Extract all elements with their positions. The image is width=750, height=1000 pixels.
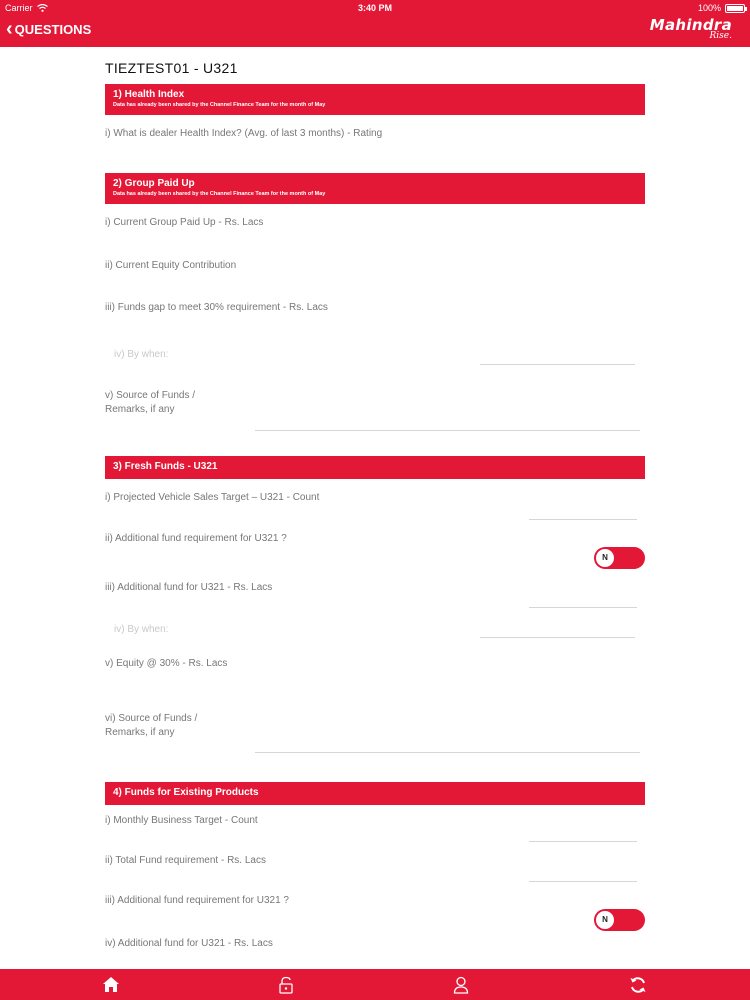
- tab-profile[interactable]: [453, 976, 473, 994]
- question-text: iii) Funds gap to meet 30% requirement -…: [105, 302, 328, 313]
- battery-label: 100%: [697, 3, 721, 13]
- yes-no-toggle[interactable]: N: [594, 547, 645, 569]
- question-text: iii) Additional fund requirement for U32…: [105, 895, 289, 906]
- question-label: iii) Additional fund requirement for U32…: [105, 885, 645, 934]
- yes-no-toggle[interactable]: N: [594, 909, 645, 931]
- remarks-field[interactable]: v) Source of Funds / Remarks, if any: [105, 371, 645, 456]
- section-title: 2) Group Paid Up: [113, 178, 195, 189]
- input-underline: [480, 364, 635, 365]
- additional-fund-field[interactable]: iii) Additional fund for U321 - Rs. Lacs: [105, 569, 645, 611]
- input-underline: [255, 430, 640, 431]
- app-screen: Carrier 3:40 PM 100% ‹ QUESTIONS Mahindr…: [0, 0, 750, 1000]
- input-underline: [529, 519, 637, 520]
- additional-fund-field[interactable]: iv) Additional fund for U321 - Rs. Lacs: [105, 934, 645, 958]
- question-text: i) Projected Vehicle Sales Target – U321…: [105, 492, 320, 503]
- input-underline: [529, 607, 637, 608]
- total-fund-field[interactable]: ii) Total Fund requirement - Rs. Lacs: [105, 845, 645, 885]
- section-header-health-index: 1) Health Index Data has already been sh…: [105, 84, 645, 115]
- home-icon: [103, 977, 119, 992]
- question-label: iii) Funds gap to meet 30% requirement -…: [105, 289, 645, 331]
- question-text: v) Equity @ 30% - Rs. Lacs: [105, 658, 228, 669]
- question-text: i) Current Group Paid Up - Rs. Lacs: [105, 217, 264, 228]
- question-text: iv) By when:: [114, 349, 169, 360]
- by-when-field[interactable]: iv) By when:: [105, 331, 645, 371]
- sales-target-field[interactable]: i) Projected Vehicle Sales Target – U321…: [105, 479, 645, 522]
- section-title: 1) Health Index: [113, 89, 185, 100]
- question-text: Remarks, if any: [105, 404, 175, 415]
- section-title: 3) Fresh Funds - U321: [113, 461, 218, 472]
- section-header-existing-products: 4) Funds for Existing Products: [105, 782, 645, 805]
- question-label: i) Current Group Paid Up - Rs. Lacs: [105, 204, 645, 247]
- by-when-field[interactable]: iv) By when:: [105, 611, 645, 651]
- section-note: Data has already been shared by the Chan…: [113, 191, 326, 197]
- section-note: Data has already been shared by the Chan…: [113, 102, 326, 108]
- tab-sync[interactable]: [629, 976, 649, 994]
- input-underline: [529, 881, 637, 882]
- sync-icon: [630, 977, 646, 993]
- back-label: QUESTIONS: [14, 21, 92, 37]
- input-underline: [529, 841, 637, 842]
- user-icon: [453, 976, 469, 994]
- mahindra-logo: Mahindra Rise.: [650, 16, 732, 41]
- status-battery: 100%: [697, 3, 747, 13]
- battery-icon: [725, 3, 747, 13]
- page-title: TIEZTEST01 - U321: [105, 60, 238, 76]
- input-underline: [255, 752, 640, 753]
- question-text: vi) Source of Funds /: [105, 713, 198, 724]
- section-title: 4) Funds for Existing Products: [113, 787, 259, 798]
- question-text: iii) Additional fund for U321 - Rs. Lacs: [105, 582, 273, 593]
- question-label: ii) Additional fund requirement for U321…: [105, 522, 645, 569]
- tab-home[interactable]: [102, 976, 122, 994]
- back-button[interactable]: ‹ QUESTIONS: [6, 18, 92, 40]
- toggle-knob: N: [596, 911, 614, 929]
- business-target-field[interactable]: i) Monthly Business Target - Count: [105, 805, 645, 845]
- status-time: 3:40 PM: [357, 3, 392, 13]
- question-label: ii) Current Equity Contribution: [105, 247, 645, 289]
- equity-field[interactable]: v) Equity @ 30% - Rs. Lacs: [105, 651, 645, 701]
- question-text: iv) Additional fund for U321 - Rs. Lacs: [105, 938, 273, 949]
- question-text: ii) Additional fund requirement for U321…: [105, 533, 287, 544]
- toggle-knob: N: [596, 549, 614, 567]
- question-text: v) Source of Funds /: [105, 390, 196, 401]
- question-text: iv) By when:: [114, 624, 169, 635]
- section-header-fresh-funds: 3) Fresh Funds - U321: [105, 456, 645, 479]
- bottom-tab-bar: [0, 969, 750, 1000]
- question-text: i) What is dealer Health Index? (Avg. of…: [105, 128, 383, 139]
- question-text: ii) Current Equity Contribution: [105, 260, 237, 271]
- unlock-icon: [279, 976, 293, 994]
- question-label: i) What is dealer Health Index? (Avg. of…: [105, 115, 645, 173]
- chevron-left-icon: ‹: [6, 18, 13, 40]
- remarks-field[interactable]: vi) Source of Funds / Remarks, if any: [105, 701, 645, 782]
- questions-content: TIEZTEST01 - U321 1) Health Index Data h…: [105, 58, 645, 958]
- input-underline: [480, 637, 635, 638]
- question-text: ii) Total Fund requirement - Rs. Lacs: [105, 855, 266, 866]
- header-bar: Carrier 3:40 PM 100% ‹ QUESTIONS Mahindr…: [0, 0, 750, 47]
- question-text: Remarks, if any: [105, 727, 175, 738]
- tab-unlock[interactable]: [278, 976, 298, 994]
- section-header-group-paid-up: 2) Group Paid Up Data has already been s…: [105, 173, 645, 204]
- question-text: i) Monthly Business Target - Count: [105, 815, 258, 826]
